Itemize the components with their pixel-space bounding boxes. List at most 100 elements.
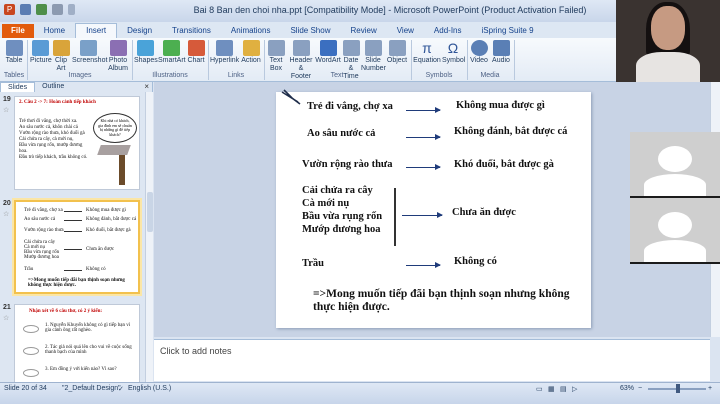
thumb-left-text: Trầu <box>24 267 34 272</box>
slide-right-text[interactable]: Không có <box>454 256 497 267</box>
action-icon <box>242 40 260 56</box>
tab-view[interactable]: View <box>387 24 424 38</box>
action-button[interactable]: Action <box>240 38 262 65</box>
slide-thumbnail-20[interactable]: 20 ☆ Trẻ đi vắng, chợ xa Ao sâu nước cả … <box>0 200 145 298</box>
thumb-line: Đầu trò tiếp khách, trầu không có. <box>19 155 88 160</box>
symbol-button[interactable]: Ω Symbol <box>442 38 465 65</box>
screenshot-button[interactable]: Screenshot <box>72 38 107 65</box>
reading-view-icon[interactable]: ▤ <box>560 385 567 393</box>
slide-right-text[interactable]: Chưa ăn được <box>452 207 516 218</box>
tab-add-ins[interactable]: Add-Ins <box>424 24 472 38</box>
avatar-head-icon <box>658 212 692 238</box>
tab-animations[interactable]: Animations <box>221 24 281 38</box>
slide-sorter-icon[interactable]: ▦ <box>548 385 555 393</box>
participant-tile <box>630 132 720 196</box>
redo-icon[interactable] <box>52 4 63 15</box>
group-label-text: Text <box>330 72 344 79</box>
cloud-icon <box>23 347 39 355</box>
date-time-icon <box>342 40 360 56</box>
group-label-illustrations: Illustrations <box>152 72 188 79</box>
undo-icon[interactable] <box>36 4 47 15</box>
spellcheck-icon[interactable]: ✓ <box>118 385 124 393</box>
group-label-tables: Tables <box>3 72 25 79</box>
slide-right-text[interactable]: Không mua được gì <box>456 100 545 111</box>
zoom-slider-handle[interactable] <box>676 384 680 393</box>
chart-icon <box>187 40 205 56</box>
hyperlink-button[interactable]: Hyperlink <box>210 38 239 65</box>
arrow-icon <box>402 212 443 218</box>
photo-album-button[interactable]: Photo Album <box>106 38 130 73</box>
tab-insert[interactable]: Insert <box>75 23 118 38</box>
tab-ispring[interactable]: iSpring Suite 9 <box>472 24 544 38</box>
table-button[interactable]: Table <box>4 38 24 65</box>
shapes-button[interactable]: Shapes <box>134 38 158 65</box>
quick-access-toolbar: P <box>4 4 75 15</box>
slide-right-text[interactable]: Không đánh, bắt được cá <box>454 126 567 137</box>
slide-left-text[interactable]: Cà mới nụ <box>302 198 349 209</box>
tab-transitions[interactable]: Transitions <box>162 24 221 38</box>
video-button[interactable]: Video <box>469 38 489 65</box>
object-button[interactable]: Object <box>386 38 408 65</box>
zoom-in-icon[interactable]: + <box>708 385 712 392</box>
tab-file[interactable]: File <box>2 24 34 38</box>
theme-name: "2_Default Design" <box>62 385 121 392</box>
slide-left-text[interactable]: Trẻ đi vắng, chợ xa <box>307 101 393 112</box>
tab-outline[interactable]: Outline <box>35 82 71 92</box>
slides-panel: Slides Outline × 19 ☆ 2. Câu 2 -> 7: Hoà… <box>0 82 153 398</box>
wordart-button[interactable]: WordArt <box>315 38 341 65</box>
language-indicator[interactable]: English (U.S.) <box>128 385 171 392</box>
slide-conclusion[interactable]: =>Mong muốn tiếp đãi bạn thịnh soạn nhưn… <box>313 288 583 314</box>
notes-pane[interactable]: Click to add notes <box>154 339 710 381</box>
thumb-right-text: Khó đuổi, bắt được gà <box>86 228 131 233</box>
picture-button[interactable]: Picture <box>30 38 52 65</box>
shapes-icon <box>136 40 154 56</box>
slide-indicator: Slide 20 of 34 <box>4 385 47 392</box>
zoom-level[interactable]: 63% <box>620 385 634 392</box>
smartart-button[interactable]: SmartArt <box>158 38 186 65</box>
save-icon[interactable] <box>20 4 31 15</box>
thumb-line: Ao sâu nước cả, khôn chài cá <box>19 125 78 130</box>
text-box-button[interactable]: Text Box <box>266 38 286 73</box>
slide-left-text[interactable]: Ao sâu nước cả <box>307 128 375 139</box>
audio-button[interactable]: Audio <box>491 38 511 65</box>
tab-review[interactable]: Review <box>340 24 386 38</box>
tab-home[interactable]: Home <box>34 24 75 38</box>
slideshow-icon[interactable]: ▷ <box>572 385 577 393</box>
slide-left-text[interactable]: Cải chửa ra cây <box>302 185 373 196</box>
equation-button[interactable]: π Equation <box>413 38 441 65</box>
thumb-arrow <box>64 249 82 250</box>
chart-button[interactable]: Chart <box>186 38 206 65</box>
slide-right-text[interactable]: Khó đuổi, bắt được gà <box>454 159 554 170</box>
cloud-icon <box>23 325 39 333</box>
slide-canvas[interactable]: Trẻ đi vắng, chợ xa Không mua được gì Ao… <box>276 89 591 328</box>
object-icon <box>388 40 406 56</box>
slide-left-text[interactable]: Trầu <box>302 258 324 269</box>
normal-view-icon[interactable]: ▭ <box>536 385 543 393</box>
group-divider <box>27 40 28 80</box>
thought-bubble: Khi nhà có khách, gia đình em sẽ chuẩn b… <box>93 113 137 143</box>
slide-left-text[interactable]: Bầu vừa rụng rốn <box>302 211 382 222</box>
slide-number: 19 <box>3 96 11 103</box>
slide-number: 20 <box>3 200 11 207</box>
panel-close-icon[interactable]: × <box>144 82 149 91</box>
header-footer-icon <box>292 40 310 56</box>
scrollbar-thumb[interactable] <box>147 192 153 232</box>
clip-art-button[interactable]: Clip Art <box>52 38 70 73</box>
slide-number: 21 <box>3 304 11 311</box>
slide-left-text[interactable]: Vườn rộng rào thưa <box>302 159 392 170</box>
webcam-overlay <box>616 0 720 86</box>
slides-panel-scrollbar[interactable] <box>145 92 153 382</box>
zoom-out-icon[interactable]: − <box>638 385 642 392</box>
slide-left-text[interactable]: Mướp đương hoa <box>302 224 381 235</box>
avatar-body-icon <box>644 174 706 196</box>
tab-design[interactable]: Design <box>117 24 162 38</box>
tab-slide-show[interactable]: Slide Show <box>280 24 340 38</box>
tab-slides[interactable]: Slides <box>0 82 36 92</box>
powerpoint-icon[interactable]: P <box>4 4 15 15</box>
table-icon <box>5 40 23 56</box>
customize-qat-icon[interactable] <box>68 4 75 15</box>
slide-number-button[interactable]: Slide Number <box>361 38 386 73</box>
thumb-arrow <box>64 220 82 221</box>
slide-thumbnail-19[interactable]: 19 ☆ 2. Câu 2 -> 7: Hoàn cảnh tiếp khách… <box>0 96 145 194</box>
thumb-arrow <box>64 231 82 232</box>
